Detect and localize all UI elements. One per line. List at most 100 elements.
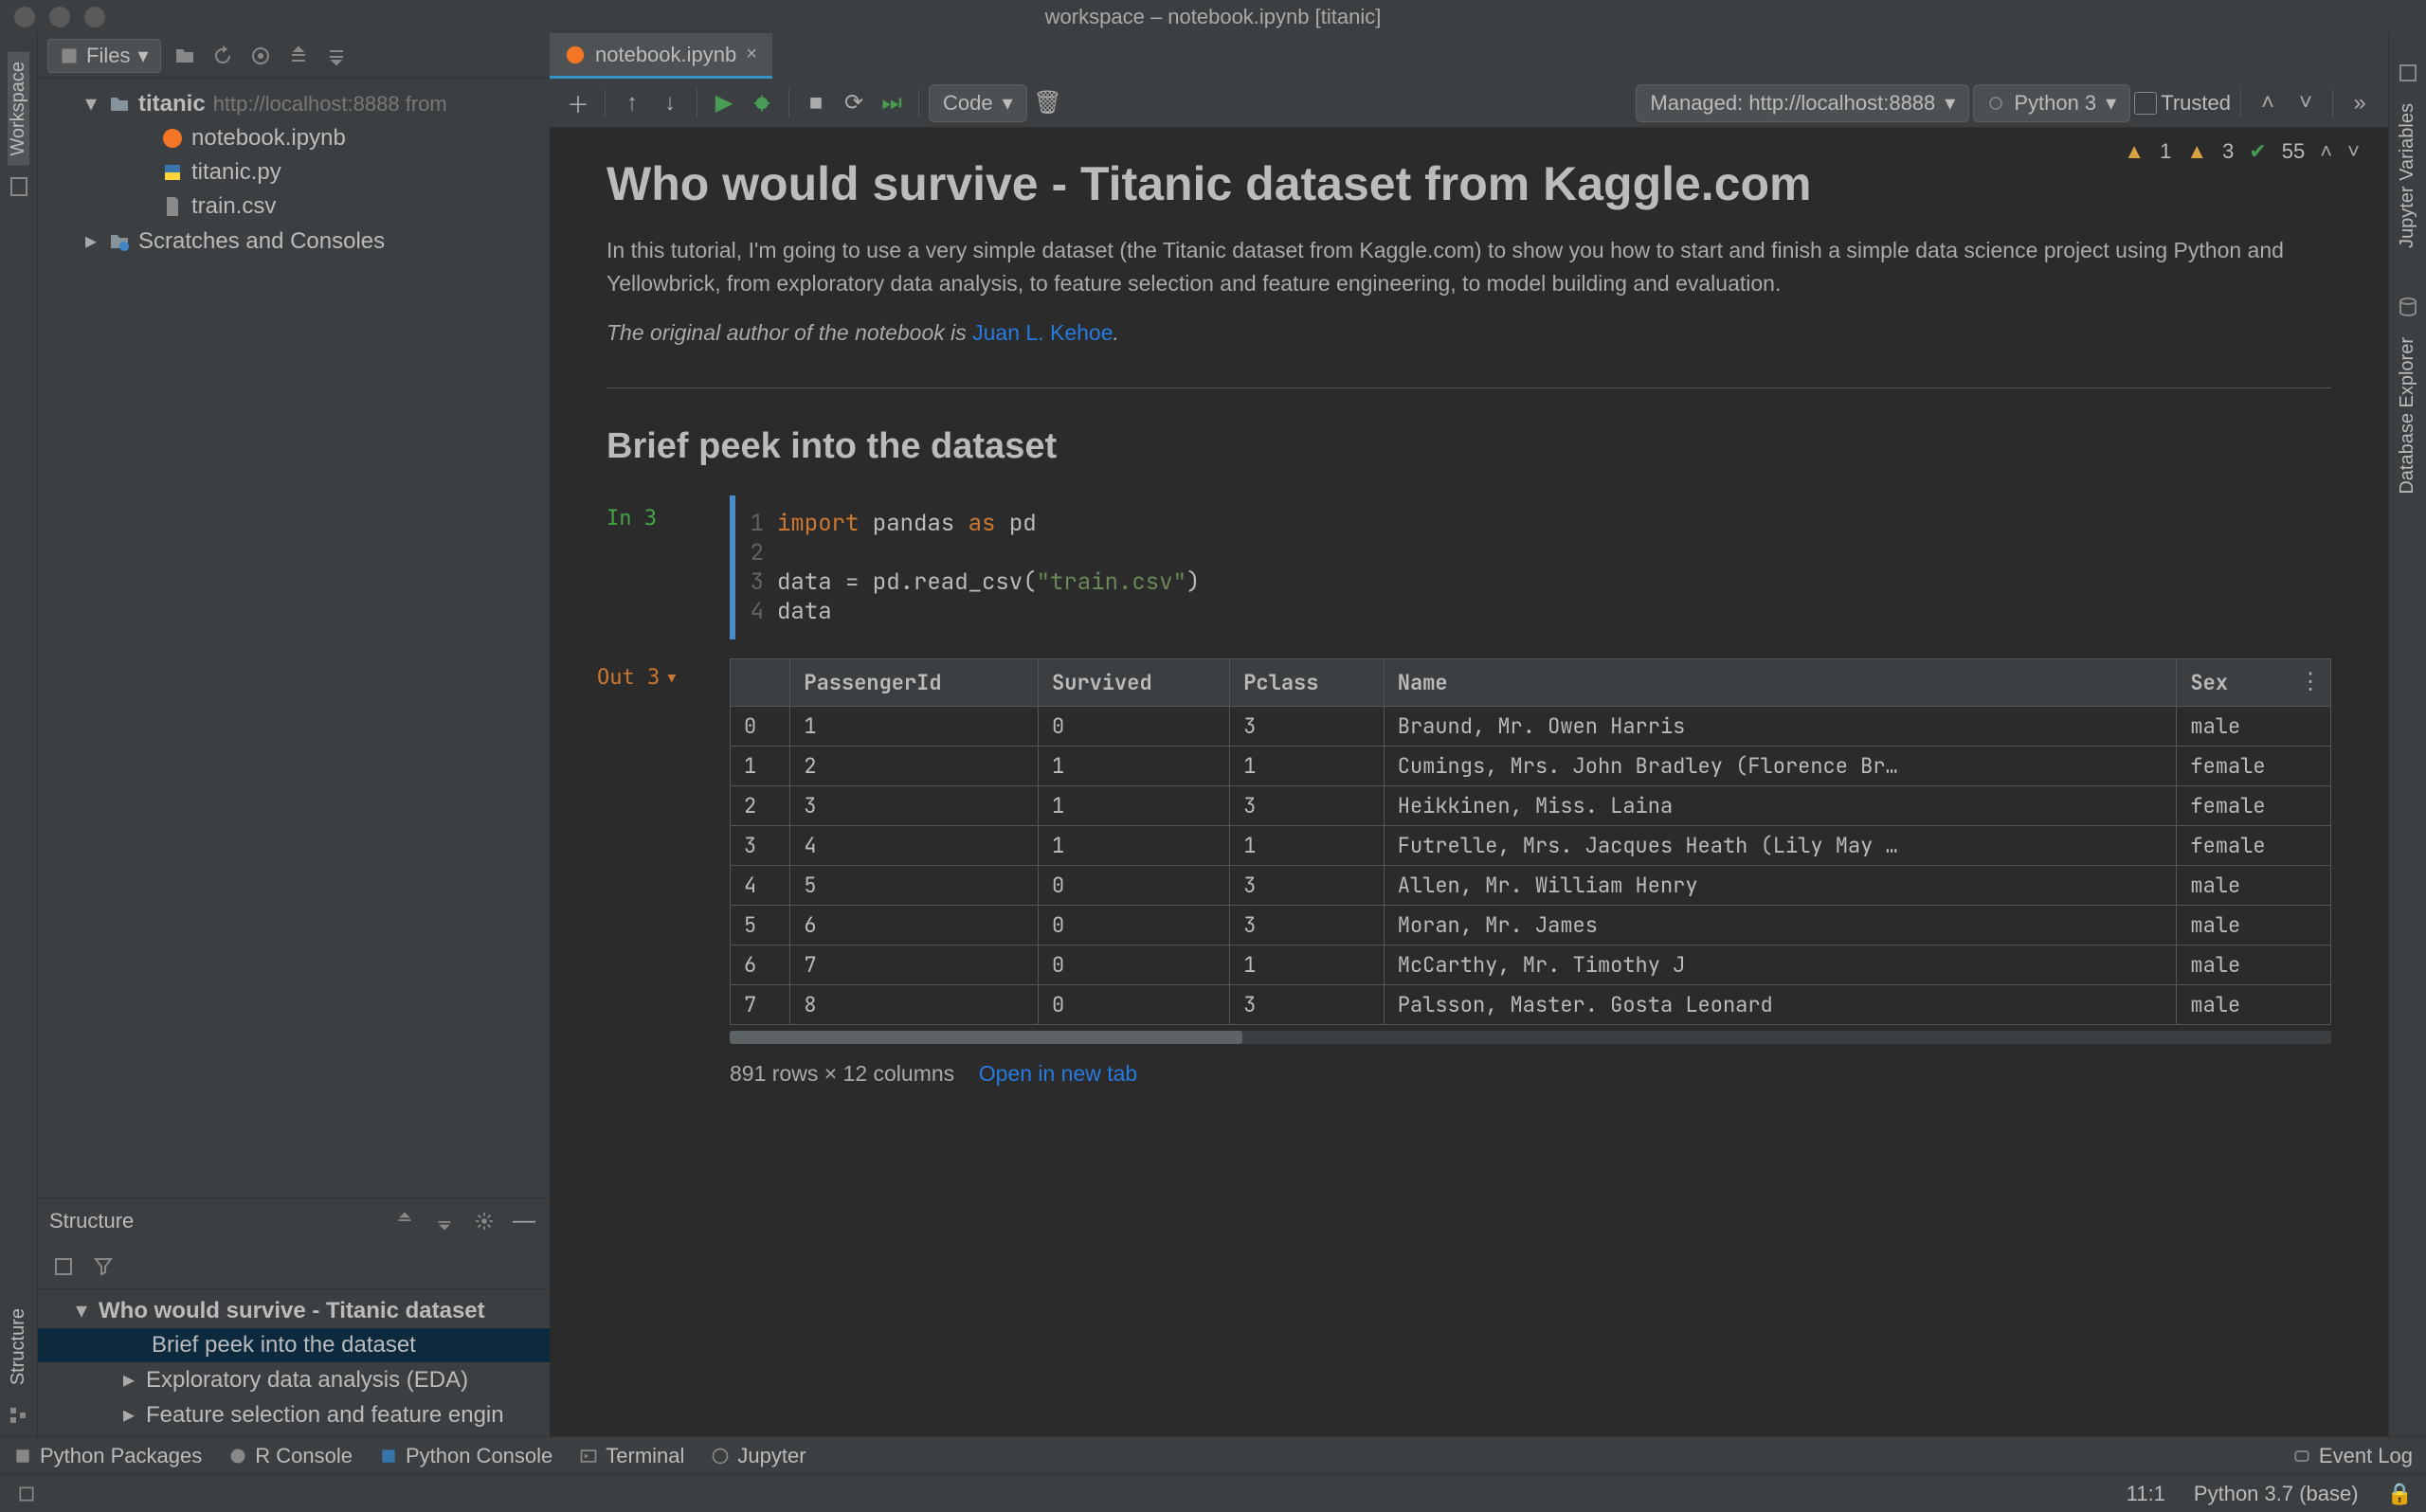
run-all-button[interactable]: ⏭ <box>875 86 909 120</box>
database-icon[interactable] <box>2397 296 2419 318</box>
close-window[interactable] <box>14 7 35 27</box>
target-icon[interactable] <box>246 42 275 70</box>
structure-item[interactable]: ▸ Feature selection and feature engin <box>38 1397 550 1432</box>
delete-cell-button[interactable]: 🗑 <box>1031 86 1065 120</box>
window-title: workspace – notebook.ipynb [titanic] <box>1045 5 1382 29</box>
filter-icon[interactable] <box>89 1252 118 1281</box>
tree-item-python[interactable]: titanic.py <box>38 155 550 189</box>
kernel-status-icon <box>1987 95 2004 112</box>
files-scope-selector[interactable]: Files ▾ <box>47 39 161 73</box>
titlebar: workspace – notebook.ipynb [titanic] <box>0 0 2426 33</box>
interpreter-label[interactable]: Python 3.7 (base) <box>2194 1482 2359 1506</box>
sort-icon[interactable] <box>49 1252 78 1281</box>
gear-icon[interactable] <box>470 1207 498 1235</box>
status-left-icon[interactable] <box>17 1485 36 1503</box>
minimize-window[interactable] <box>49 7 70 27</box>
tree-item-csv[interactable]: train.csv <box>38 189 550 224</box>
structure-tool-button[interactable]: Structure <box>8 1299 29 1395</box>
structure-item-label: Feature selection and feature engin <box>146 1402 504 1429</box>
event-log-icon <box>2292 1447 2311 1466</box>
scrollbar-thumb[interactable] <box>730 1031 1242 1044</box>
prev-nav-button[interactable]: ˄ <box>2251 86 2285 120</box>
warning-icon[interactable]: ▲ <box>2186 139 2207 164</box>
out-label[interactable]: Out 3 ▾ <box>597 666 678 690</box>
close-tab-icon[interactable]: × <box>746 44 757 65</box>
table-header[interactable]: PassengerId <box>790 658 1039 706</box>
table-header[interactable]: Survived <box>1039 658 1230 706</box>
table-header[interactable] <box>731 658 790 706</box>
structure-item[interactable]: Brief peek into the dataset <box>38 1328 550 1362</box>
add-cell-button[interactable]: ＋ <box>561 86 595 120</box>
horizontal-scrollbar[interactable] <box>730 1031 2331 1044</box>
table-row[interactable]: 6701McCarthy, Mr. Timothy Jmale <box>731 945 2331 984</box>
jupyter-tool[interactable]: Jupyter <box>711 1444 806 1468</box>
run-cell-button[interactable]: ▶ <box>707 86 741 120</box>
next-highlight-button[interactable]: ˅ <box>2347 139 2360 164</box>
maximize-window[interactable] <box>84 7 105 27</box>
markdown-paragraph: The original author of the notebook is J… <box>606 316 2331 350</box>
open-new-tab-link[interactable]: Open in new tab <box>979 1061 1138 1086</box>
workspace-tool-button[interactable]: Workspace <box>8 52 29 166</box>
cursor-position[interactable]: 11:1 <box>2127 1482 2165 1506</box>
table-header[interactable]: Name <box>1384 658 2177 706</box>
project-tree[interactable]: ▾ titanic http://localhost:8888 from not… <box>38 79 550 1197</box>
restart-button[interactable]: ⟳ <box>837 86 871 120</box>
database-explorer-button[interactable]: Database Explorer <box>2397 328 2418 504</box>
table-row[interactable]: 7803Palsson, Master. Gosta Leonardmale <box>731 984 2331 1024</box>
structure-root[interactable]: ▾ Who would survive - Titanic dataset <box>38 1293 550 1328</box>
prev-highlight-button[interactable]: ˄ <box>2320 139 2332 164</box>
table-row[interactable]: 3411Futrelle, Mrs. Jacques Heath (Lily M… <box>731 825 2331 865</box>
r-console-tool[interactable]: R Console <box>228 1444 353 1468</box>
python-packages-tool[interactable]: Python Packages <box>13 1444 202 1468</box>
output-table[interactable]: PassengerIdSurvivedPclassNameSex0103Brau… <box>730 658 2331 1025</box>
structure-item[interactable]: ▸ Exploratory data analysis (EDA) <box>38 1362 550 1397</box>
structure-tree[interactable]: ▾ Who would survive - Titanic dataset Br… <box>38 1289 550 1436</box>
table-menu-icon[interactable]: ⋮ <box>2299 668 2322 695</box>
author-link[interactable]: Juan L. Kehoe <box>972 320 1113 345</box>
variables-icon[interactable] <box>2397 62 2419 84</box>
table-row[interactable]: 1211Cumings, Mrs. John Bradley (Florence… <box>731 746 2331 785</box>
structure-icon[interactable] <box>8 1404 30 1427</box>
bookmarks-icon[interactable] <box>8 175 30 198</box>
more-button[interactable]: » <box>2343 86 2377 120</box>
warning-icon[interactable]: ▲ <box>2124 139 2145 164</box>
table-row[interactable]: 4503Allen, Mr. William Henrymale <box>731 865 2331 905</box>
markdown-h2: Brief peek into the dataset <box>606 426 2331 467</box>
minimize-icon[interactable]: — <box>510 1207 538 1235</box>
inspection-badges: ▲ 1 ▲ 3 ✔ 55 ˄ ˅ <box>2124 139 2360 164</box>
new-folder-icon[interactable] <box>171 42 199 70</box>
terminal-tool[interactable]: Terminal <box>579 1444 684 1468</box>
tree-scratches[interactable]: ▸ Scratches and Consoles <box>38 224 550 259</box>
notebook-content[interactable]: ▲ 1 ▲ 3 ✔ 55 ˄ ˅ Who would survive - Tit… <box>550 128 2388 1436</box>
table-row[interactable]: 0103Braund, Mr. Owen Harrismale <box>731 706 2331 746</box>
python-console-tool[interactable]: Python Console <box>379 1444 552 1468</box>
stop-button[interactable]: ■ <box>799 86 833 120</box>
kernel-selector[interactable]: Python 3 ▾ <box>1973 84 2130 122</box>
cell-type-selector[interactable]: Code ▾ <box>929 84 1027 122</box>
check-icon[interactable]: ✔ <box>2249 139 2266 164</box>
refresh-icon[interactable] <box>208 42 237 70</box>
editor-tab-notebook[interactable]: notebook.ipynb × <box>550 33 772 79</box>
expand-all-icon[interactable] <box>284 42 313 70</box>
collapse-icon[interactable] <box>430 1207 459 1235</box>
jupyter-variables-button[interactable]: Jupyter Variables <box>2397 94 2418 258</box>
tree-root[interactable]: ▾ titanic http://localhost:8888 from <box>38 86 550 121</box>
tree-item-notebook[interactable]: notebook.ipynb <box>38 121 550 155</box>
code-cell[interactable]: In 3 1import pandas as pd23data = pd.rea… <box>730 495 2331 639</box>
event-log-tool[interactable]: Event Log <box>2292 1444 2413 1468</box>
move-up-button[interactable]: ↑ <box>615 86 649 120</box>
structure-item-label: Brief peek into the dataset <box>152 1332 416 1359</box>
debug-cell-button[interactable] <box>745 86 779 120</box>
trusted-checkbox[interactable] <box>2134 92 2157 115</box>
collapse-all-icon[interactable] <box>322 42 351 70</box>
table-header[interactable]: Pclass <box>1230 658 1385 706</box>
move-down-button[interactable]: ↓ <box>653 86 687 120</box>
expand-icon[interactable] <box>390 1207 419 1235</box>
lock-icon[interactable]: 🔒 <box>2387 1482 2413 1506</box>
code-block[interactable]: 1import pandas as pd23data = pd.read_csv… <box>730 495 2331 639</box>
table-row[interactable]: 5603Moran, Mr. Jamesmale <box>731 905 2331 945</box>
left-tool-gutter: Workspace Structure <box>0 33 38 1436</box>
table-row[interactable]: 2313Heikkinen, Miss. Lainafemale <box>731 785 2331 825</box>
server-selector[interactable]: Managed: http://localhost:8888 ▾ <box>1636 84 1969 122</box>
next-nav-button[interactable]: ˅ <box>2289 86 2323 120</box>
